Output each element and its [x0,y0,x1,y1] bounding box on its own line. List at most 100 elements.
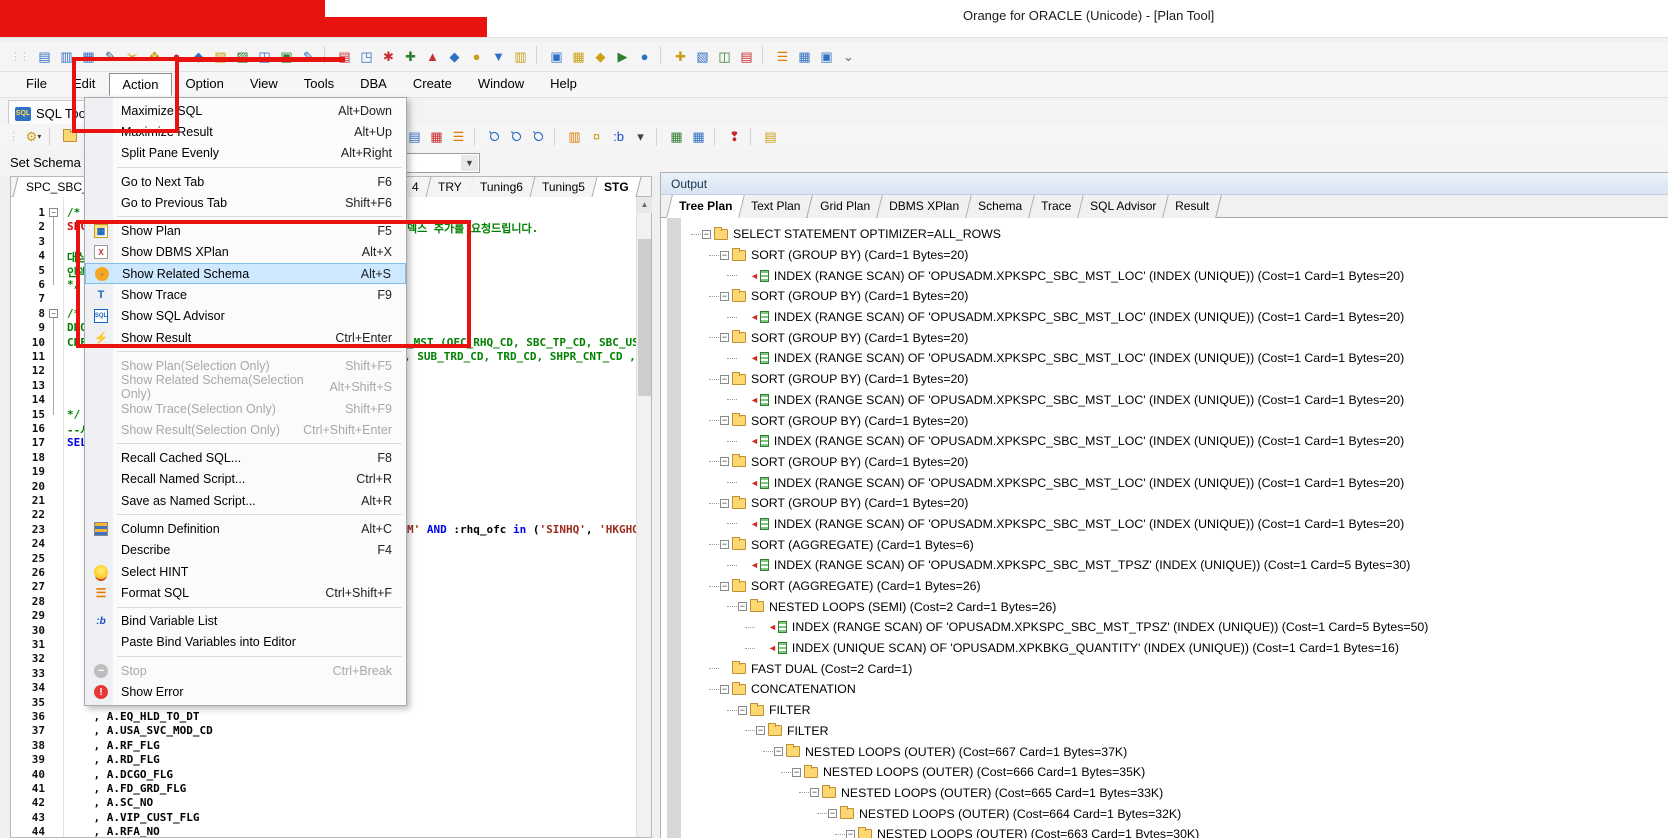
tree-row[interactable]: ◄INDEX (RANGE SCAN) OF 'OPUSADM.XPKSPC_S… [681,265,1668,286]
menu-item-paste-bind-variables-into-editor[interactable]: Paste Bind Variables into Editor [85,632,406,653]
menubar-item-view[interactable]: View [238,73,290,96]
tree-collapse-icon[interactable]: − [828,809,837,818]
menubar-item-option[interactable]: Option [174,73,236,96]
list-icon[interactable]: ☰ [772,46,793,67]
lock-icon[interactable]: ▣ [546,46,567,67]
tree-row[interactable]: ◄INDEX (RANGE SCAN) OF 'OPUSADM.XPKSPC_S… [681,617,1668,638]
job-icon[interactable]: ▦ [568,46,589,67]
menu-item-stop[interactable]: −StopCtrl+Break [85,660,406,681]
output-tab-grid-plan[interactable]: Grid Plan [808,195,883,218]
menu-item-select-hint[interactable]: Select HINT [85,561,406,582]
tree-row[interactable]: FAST DUAL (Cost=2 Card=1) [681,658,1668,679]
alert-icon[interactable]: ▤ [736,46,757,67]
tree-collapse-icon[interactable]: − [846,830,855,838]
format-icon[interactable]: ☰ [448,126,469,147]
tree-row[interactable]: −FILTER [681,721,1668,742]
menu-item-show-error[interactable]: !Show Error [85,681,406,702]
tree-collapse-icon[interactable]: − [720,685,729,694]
editor-tab-stg[interactable]: STG [593,177,642,197]
team-icon[interactable]: ● [634,46,655,67]
menu-item-column-definition[interactable]: Column DefinitionAlt+C [85,518,406,539]
tree-row[interactable]: −SORT (GROUP BY) (Card=1 Bytes=20) [681,369,1668,390]
tree-row[interactable]: ◄INDEX (RANGE SCAN) OF 'OPUSADM.XPKSPC_S… [681,514,1668,535]
hint-icon[interactable]: ¤ [586,126,607,147]
tree-collapse-icon[interactable]: − [756,726,765,735]
scrollbar-thumb[interactable] [638,239,651,396]
tree-row[interactable]: −NESTED LOOPS (OUTER) (Cost=666 Card=1 B… [681,762,1668,783]
bind-icon[interactable]: :b [608,126,629,147]
tree-row[interactable]: −SORT (GROUP BY) (Card=1 Bytes=20) [681,452,1668,473]
menubar-item-tools[interactable]: Tools [292,73,346,96]
help-icon[interactable]: ▣ [816,46,837,67]
tree-collapse-icon[interactable]: − [720,540,729,549]
plan-icon[interactable]: ✱ [378,46,399,67]
tree-collapse-icon[interactable]: − [810,788,819,797]
key-icon[interactable]: ✚ [670,46,691,67]
menu-item-show-result-selection-only[interactable]: Show Result(Selection Only)Ctrl+Shift+En… [85,419,406,440]
doc-blue-icon[interactable]: ▤ [404,126,425,147]
tree-row[interactable]: −CONCATENATION [681,679,1668,700]
tree-row[interactable]: ◄INDEX (RANGE SCAN) OF 'OPUSADM.XPKSPC_S… [681,555,1668,576]
new-sql-icon[interactable]: ▤ [34,46,55,67]
show-error-icon[interactable]: ❢ [724,126,745,147]
index-icon[interactable]: ▥ [510,46,531,67]
tree-row[interactable]: −SORT (GROUP BY) (Card=1 Bytes=20) [681,245,1668,266]
tree-collapse-icon[interactable]: − [720,499,729,508]
menubar-item-window[interactable]: Window [466,73,536,96]
tree-collapse-icon[interactable]: − [720,375,729,384]
tree-collapse-icon[interactable]: − [720,292,729,301]
monitor-icon[interactable]: ◫ [714,46,735,67]
sync-icon[interactable]: ▶ [612,46,633,67]
menubar-item-help[interactable]: Help [538,73,589,96]
grid-blue-icon[interactable]: ▦ [688,126,709,147]
tree-row[interactable]: −SORT (GROUP BY) (Card=1 Bytes=20) [681,493,1668,514]
tree-collapse-icon[interactable]: − [738,706,747,715]
data-icon[interactable]: ◆ [590,46,611,67]
tree-collapse-icon[interactable]: − [774,747,783,756]
menu-item-split-pane-evenly[interactable]: Split Pane EvenlyAlt+Right [85,143,406,164]
output-tab-schema[interactable]: Schema [966,195,1035,218]
menu-item-format-sql[interactable]: ☰Format SQLCtrl+Shift+F [85,582,406,603]
tree-collapse-icon[interactable]: − [702,230,711,239]
editor-tab-tuning6[interactable]: Tuning6 [469,177,536,197]
editor-vertical-scrollbar[interactable]: ▲ [636,197,651,837]
grid-green-icon[interactable]: ▦ [666,126,687,147]
menubar-item-create[interactable]: Create [401,73,464,96]
output-tab-text-plan[interactable]: Text Plan [740,195,814,218]
editor-tab-try[interactable]: TRY [426,177,474,197]
tree-collapse-icon[interactable]: − [720,582,729,591]
tree-row[interactable]: ◄INDEX (RANGE SCAN) OF 'OPUSADM.XPKSPC_S… [681,348,1668,369]
tree-row[interactable]: ◄INDEX (RANGE SCAN) OF 'OPUSADM.XPKSPC_S… [681,307,1668,328]
menu-item-show-related-schema-selection-only[interactable]: Show Related Schema(Selection Only)Alt+S… [85,377,406,398]
menu-item-recall-cached-sql[interactable]: Recall Cached SQL...F8 [85,447,406,468]
commit-icon[interactable]: ✚ [400,46,421,67]
fetch-icon[interactable]: ▼ [488,46,509,67]
tree-row[interactable]: ◄INDEX (RANGE SCAN) OF 'OPUSADM.XPKSPC_S… [681,431,1668,452]
tree-row[interactable]: −NESTED LOOPS (OUTER) (Cost=663 Card=1 B… [681,824,1668,838]
sql-run-icon[interactable]: ◳ [356,46,377,67]
tree-row[interactable]: −SELECT STATEMENT OPTIMIZER=ALL_ROWS [681,224,1668,245]
output-tab-tree-plan[interactable]: Tree Plan [666,195,745,218]
output-tab-result[interactable]: Result [1163,195,1222,218]
menu-item-bind-variable-list[interactable]: :bBind Variable List [85,611,406,632]
tree-collapse-icon[interactable]: − [738,602,747,611]
gear-icon[interactable]: ⚙▾ [23,126,44,147]
menu-item-show-trace-selection-only[interactable]: Show Trace(Selection Only)Shift+F9 [85,398,406,419]
tree-collapse-icon[interactable]: − [720,457,729,466]
rollback-icon[interactable]: ▲ [422,46,443,67]
scroll-up-icon[interactable]: ▲ [637,197,652,213]
tree-row[interactable]: −SORT (AGGREGATE) (Card=1 Bytes=6) [681,534,1668,555]
output-tab-sql-advisor[interactable]: SQL Advisor [1078,195,1169,218]
tree-vertical-scrollbar[interactable] [667,218,681,838]
tree-row[interactable]: ◄INDEX (RANGE SCAN) OF 'OPUSADM.XPKSPC_S… [681,390,1668,411]
tree-row[interactable]: −SORT (GROUP BY) (Card=1 Bytes=20) [681,286,1668,307]
tree-row[interactable]: −NESTED LOOPS (OUTER) (Cost=664 Card=1 B… [681,803,1668,824]
search-prev-icon[interactable]: Ϙ [524,122,554,152]
log-icon[interactable]: ▧ [692,46,713,67]
toolbar-overflow-icon[interactable]: ⌄ [838,46,859,67]
menubar-item-file[interactable]: File [14,73,59,96]
clock-icon[interactable]: ● [466,46,487,67]
chevron-down-icon[interactable]: ▼ [461,155,478,171]
tree-row[interactable]: −NESTED LOOPS (SEMI) (Cost=2 Card=1 Byte… [681,596,1668,617]
window-icon[interactable]: ▦ [794,46,815,67]
